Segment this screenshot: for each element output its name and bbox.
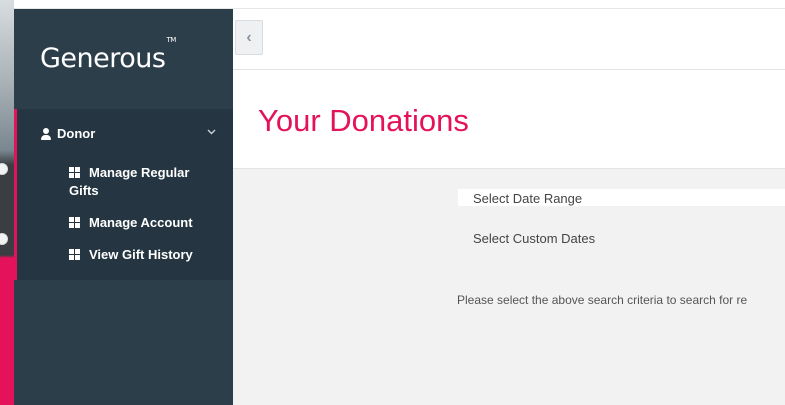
user-icon: [41, 127, 51, 140]
search-criteria-message: Please select the above search criteria …: [457, 293, 748, 307]
custom-dates-link[interactable]: Select Custom Dates: [473, 231, 595, 246]
brand-name: Generous: [40, 43, 166, 74]
top-bar: [14, 0, 785, 9]
sidebar-item-label: View Gift History: [89, 247, 193, 262]
page-title: Your Donations: [258, 103, 469, 138]
sidebar-item-label: Manage Regular Gifts: [69, 165, 190, 198]
date-range-select[interactable]: Select Date Range: [458, 189, 785, 206]
sidebar-item-manage-regular-gifts[interactable]: Manage Regular Gifts: [69, 164, 219, 200]
chevron-left-icon: ‹: [246, 28, 252, 46]
brand-logo[interactable]: GenerousTM: [40, 36, 176, 74]
sidebar-section-header[interactable]: Donor: [41, 126, 95, 141]
grid-icon: [69, 167, 80, 178]
grid-icon: [69, 249, 80, 260]
page-header: Your Donations: [233, 70, 785, 169]
desktop-icon: [0, 163, 8, 175]
trademark-mark: TM: [166, 36, 176, 44]
grid-icon: [69, 217, 80, 228]
sidebar-section-donor: Donor Manage Regular Gifts Manage Accoun…: [14, 109, 233, 280]
sidebar-item-view-gift-history[interactable]: View Gift History: [69, 246, 219, 264]
sidebar-item-label: Manage Account: [89, 215, 193, 230]
sidebar-item-manage-account[interactable]: Manage Account: [69, 214, 219, 232]
desktop-background-strip: [0, 0, 14, 405]
header-bar: ‹: [233, 9, 785, 70]
desktop-icon: [0, 233, 8, 245]
collapse-sidebar-button[interactable]: ‹: [235, 20, 263, 55]
sidebar: GenerousTM Donor Manage Regular Gifts Ma…: [14, 9, 233, 405]
sidebar-section-label: Donor: [57, 126, 96, 141]
chevron-down-icon[interactable]: [207, 126, 216, 138]
